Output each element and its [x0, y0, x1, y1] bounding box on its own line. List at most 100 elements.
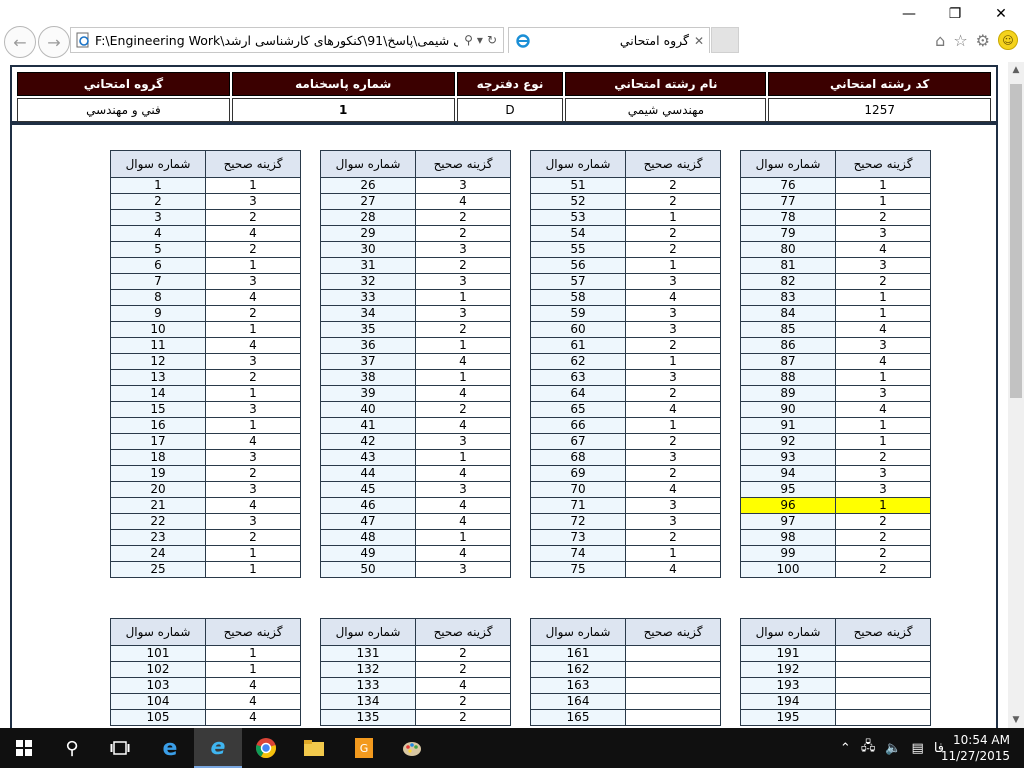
table-row: 95 3 — [740, 481, 931, 498]
question-number: 8 — [110, 289, 206, 306]
question-number: 97 — [740, 513, 836, 530]
forward-arrow-icon: → — [47, 32, 61, 52]
correct-option: 1 — [205, 561, 301, 578]
table-row: 12 3 — [110, 353, 301, 370]
table-row: 22 3 — [110, 513, 301, 530]
ie-app[interactable]: e — [194, 728, 242, 768]
question-number: 104 — [110, 693, 206, 710]
vertical-scrollbar[interactable]: ▲ ▼ — [1008, 62, 1024, 728]
correct-option — [625, 645, 721, 662]
table-row: 100 2 — [740, 561, 931, 578]
correct-option: 3 — [835, 337, 931, 354]
correct-option: 3 — [205, 401, 301, 418]
question-number: 13 — [110, 369, 206, 386]
header-answer-sheet: شماره پاسخنامه — [231, 72, 455, 96]
table-row: 164 — [530, 693, 721, 710]
table-row: 26 3 — [320, 177, 511, 194]
correct-option: 2 — [205, 465, 301, 482]
question-number: 31 — [320, 257, 416, 274]
file-explorer-app[interactable] — [290, 728, 338, 768]
dropdown-icon[interactable]: ▾ — [477, 33, 483, 47]
close-tab-icon[interactable]: ✕ — [689, 34, 709, 48]
table-row: 31 2 — [320, 257, 511, 274]
correct-option: 4 — [415, 193, 511, 210]
question-number-header: شماره سوال — [530, 618, 626, 646]
table-gap — [301, 150, 320, 578]
correct-option-header: گزينه صحيح — [415, 618, 511, 646]
question-number: 105 — [110, 709, 206, 726]
tab-active[interactable]: گروه امتحاني ✕ — [508, 27, 710, 53]
volume-icon[interactable]: 🔈 — [885, 741, 901, 756]
table-row: 193 — [740, 677, 931, 694]
correct-option: 1 — [205, 417, 301, 434]
correct-option: 2 — [205, 529, 301, 546]
notifications-icon[interactable]: ▤ — [912, 741, 924, 756]
question-number: 11 — [110, 337, 206, 354]
search-icon: ⚲ — [65, 737, 79, 759]
new-tab-button[interactable] — [711, 27, 739, 53]
refresh-icon[interactable]: ↻ — [487, 33, 497, 47]
settings-gear-icon[interactable]: ⚙ — [976, 31, 990, 50]
scroll-down-icon[interactable]: ▼ — [1008, 712, 1024, 728]
correct-option — [835, 645, 931, 662]
task-view-button[interactable] — [96, 728, 144, 768]
correct-option: 1 — [835, 433, 931, 450]
address-url[interactable]: F:\Engineering Work\مهندسی شیمی\پاسخ\91\… — [95, 33, 458, 48]
correct-option: 4 — [415, 417, 511, 434]
correct-option: 3 — [625, 273, 721, 290]
table-row: 29 2 — [320, 225, 511, 242]
pdf-app[interactable]: G — [340, 728, 388, 768]
table-row: 92 1 — [740, 433, 931, 450]
search-taskbar-button[interactable]: ⚲ — [48, 728, 96, 768]
question-number: 134 — [320, 693, 416, 710]
correct-option: 2 — [835, 513, 931, 530]
chrome-app[interactable] — [242, 728, 290, 768]
paint-app[interactable] — [388, 728, 436, 768]
table-row: 80 4 — [740, 241, 931, 258]
table-row: 61 2 — [530, 337, 721, 354]
forward-button[interactable]: → — [38, 26, 70, 58]
correct-option — [835, 693, 931, 710]
page-content: کد رشته امتحاني نام رشته امتحاني نوع دفت… — [0, 62, 1008, 728]
task-view-icon — [110, 741, 130, 755]
taskbar: ⚲ e e G ⌃ 🖧 🔈 ▤ فا 10:54 AM 11/27/2015 — [0, 728, 1024, 768]
edge-app[interactable]: e — [146, 728, 194, 768]
show-hidden-icons-icon[interactable]: ⌃ — [840, 741, 851, 756]
address-bar[interactable]: F:\Engineering Work\مهندسی شیمی\پاسخ\91\… — [70, 27, 504, 53]
question-number: 20 — [110, 481, 206, 498]
correct-option: 1 — [415, 369, 511, 386]
question-number: 161 — [530, 645, 626, 662]
answer-table: شماره سوال گزينه صحيح 161 162 163 164 165 — [530, 618, 721, 726]
feedback-smiley-icon[interactable]: ☺ — [998, 30, 1018, 50]
scrollbar-thumb[interactable] — [1010, 84, 1022, 398]
question-number: 5 — [110, 241, 206, 258]
correct-option: 4 — [835, 401, 931, 418]
search-icon[interactable]: ⚲ — [464, 33, 473, 47]
value-booklet-type: D — [456, 98, 564, 122]
start-button[interactable] — [0, 728, 48, 768]
correct-option: 4 — [625, 289, 721, 306]
question-number: 89 — [740, 385, 836, 402]
question-number: 103 — [110, 677, 206, 694]
scroll-up-icon[interactable]: ▲ — [1008, 62, 1024, 78]
network-icon[interactable]: 🖧 — [861, 737, 876, 759]
correct-option: 2 — [625, 337, 721, 354]
question-number-header: شماره سوال — [740, 618, 836, 646]
clock[interactable]: 10:54 AM 11/27/2015 — [941, 732, 1010, 764]
header-exam-code: کد رشته امتحاني — [768, 72, 991, 96]
table-gap — [721, 618, 740, 726]
table-row: 33 1 — [320, 289, 511, 306]
table-row: 24 1 — [110, 545, 301, 562]
answer-table: شماره سوال گزينه صحيح 131 2 132 2 133 4 134 2 135 2 — [320, 618, 511, 726]
table-row: 15 3 — [110, 401, 301, 418]
favorites-star-icon[interactable]: ☆ — [953, 31, 967, 50]
correct-option: 1 — [835, 417, 931, 434]
ie-icon: e — [210, 734, 226, 760]
back-button[interactable]: ← — [4, 26, 36, 58]
home-icon[interactable]: ⌂ — [935, 31, 945, 50]
question-number: 30 — [320, 241, 416, 258]
question-number: 133 — [320, 677, 416, 694]
correct-option: 4 — [625, 481, 721, 498]
question-number: 50 — [320, 561, 416, 578]
correct-option: 1 — [205, 385, 301, 402]
